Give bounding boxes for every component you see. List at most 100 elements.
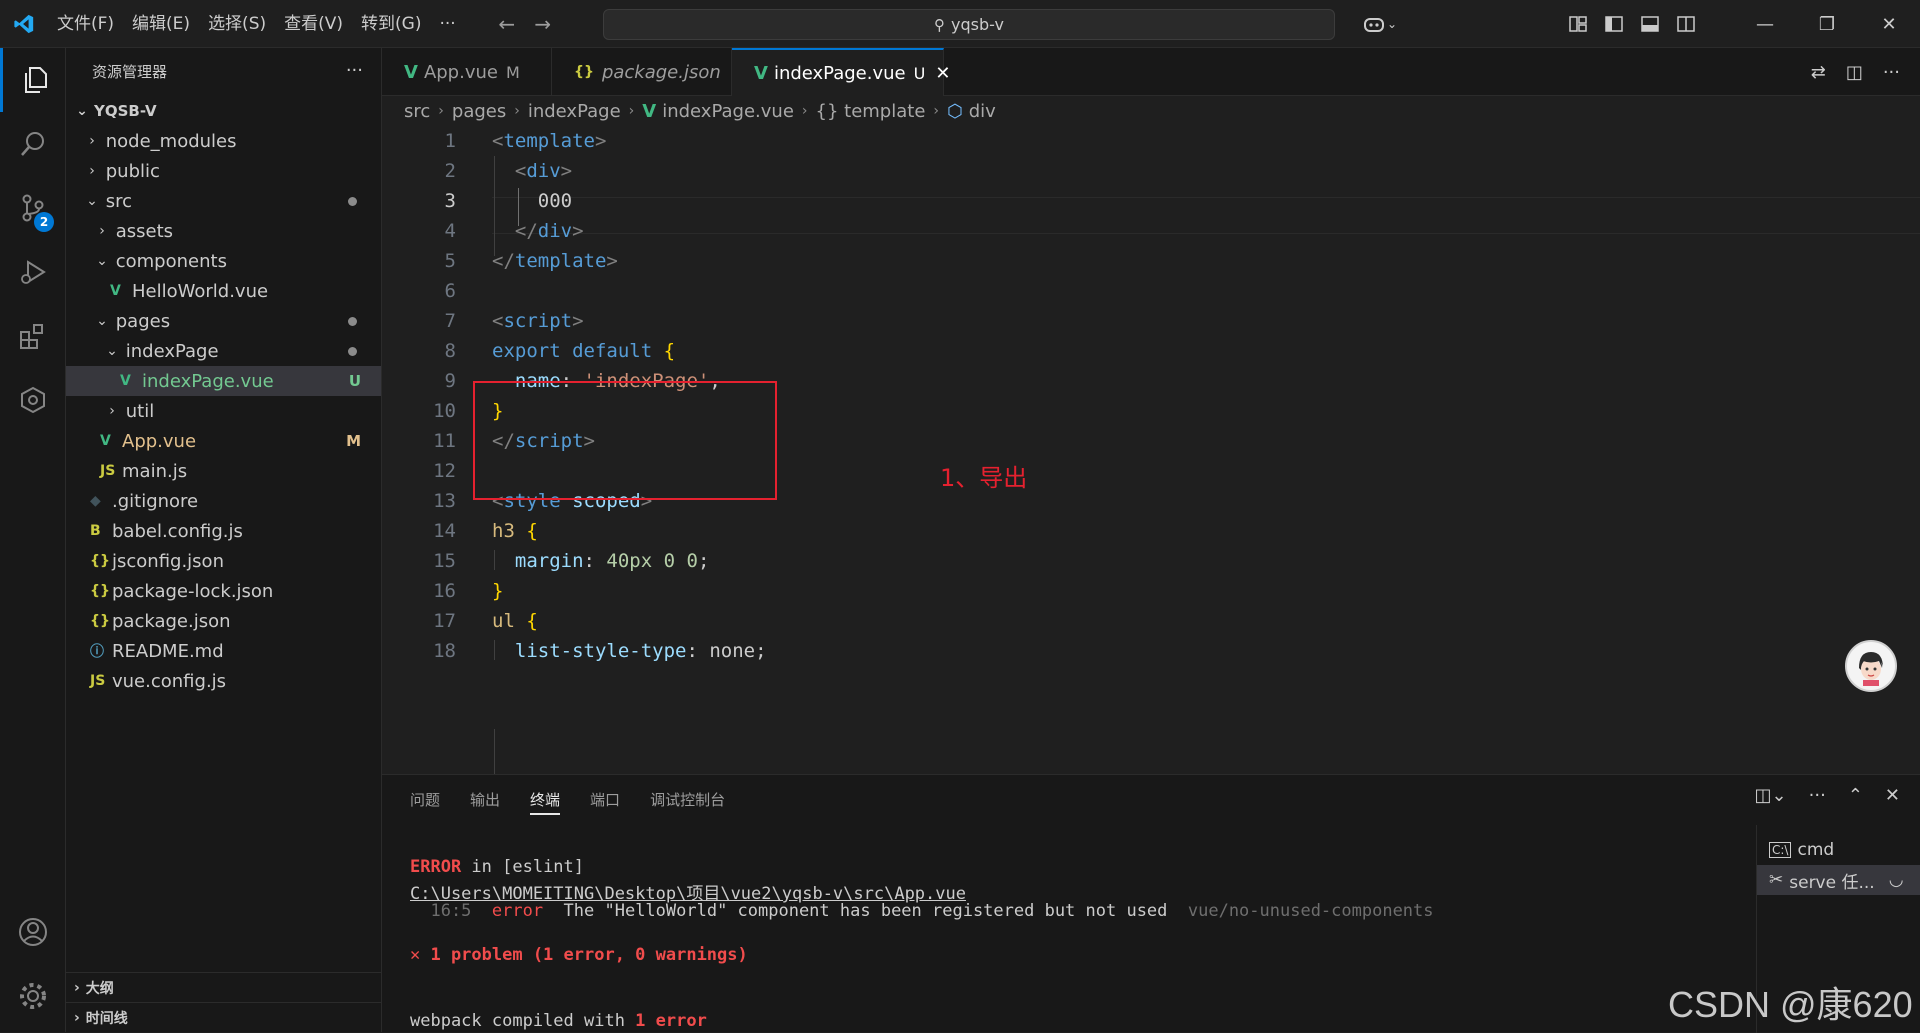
error-rule: vue/no-unused-components xyxy=(1167,901,1434,921)
line-number: 12 xyxy=(433,460,456,482)
maximize-panel-icon[interactable]: ⌃ xyxy=(1848,785,1863,806)
more-actions-icon[interactable]: ··· xyxy=(1883,62,1900,83)
terminal-line: 16:5 error The "HelloWorld" component ha… xyxy=(410,901,1434,921)
explorer-more-button[interactable]: ··· xyxy=(346,60,363,81)
tree-item-jsconfig-json[interactable]: {} jsconfig.json xyxy=(66,546,381,576)
compare-changes-icon[interactable]: ⇄ xyxy=(1811,62,1826,83)
chevron-right-icon: › xyxy=(89,133,95,149)
tab-debug-console[interactable]: 调试控制台 xyxy=(650,785,725,815)
tree-item-indexpage[interactable]: ⌄ indexPage xyxy=(66,336,381,366)
minimize-icon[interactable]: — xyxy=(1734,0,1796,48)
menu-selection[interactable]: 选择(S) xyxy=(199,0,275,48)
tree-item--gitignore[interactable]: ◆ .gitignore xyxy=(66,486,381,516)
line-number: 18 xyxy=(433,640,456,662)
terminal-item-cmd[interactable]: C:\ cmd xyxy=(1757,835,1920,865)
toggle-sidebar-icon[interactable] xyxy=(1596,0,1632,48)
menu-file[interactable]: 文件(F) xyxy=(48,0,123,48)
panel-more-icon[interactable]: ··· xyxy=(1809,785,1826,806)
tree-item-label: package.json xyxy=(112,610,231,632)
chevron-right-icon: › xyxy=(99,223,105,239)
breadcrumb-template[interactable]: {} template xyxy=(816,101,926,122)
tab-problems[interactable]: 问题 xyxy=(410,785,440,815)
tree-item-util[interactable]: › util xyxy=(66,396,381,426)
explorer-sidebar: 资源管理器 ··· ⌄ YQSB-V › node_modules › publi… xyxy=(66,48,382,1032)
breadcrumb-pages[interactable]: pages xyxy=(452,101,506,122)
chevron-down-icon: ⌄ xyxy=(96,313,108,329)
line-number: 17 xyxy=(433,610,456,632)
tab-ports[interactable]: 端口 xyxy=(590,785,620,815)
toggle-secondary-sidebar-icon[interactable] xyxy=(1668,0,1704,48)
line-number: 1 xyxy=(444,130,456,152)
account-icon[interactable] xyxy=(0,900,66,964)
menu-edit[interactable]: 编辑(E) xyxy=(123,0,199,48)
tree-item-helloworld-vue[interactable]: V HelloWorld.vue xyxy=(66,276,381,306)
explorer-header: 资源管理器 ··· xyxy=(66,48,381,94)
run-debug-icon[interactable] xyxy=(0,240,66,304)
terminal-line: ERROR in [eslint] xyxy=(410,857,584,877)
split-editor-icon[interactable]: ◫ xyxy=(1846,62,1863,83)
breadcrumb-div[interactable]: div xyxy=(969,101,996,122)
tab-indexpage-vue[interactable]: V indexPage.vue U ✕ xyxy=(732,48,950,96)
terminal-name: cmd xyxy=(1797,840,1835,860)
code-line-18: list-style-type: none; xyxy=(514,640,767,662)
menu-go[interactable]: 转到(G) xyxy=(352,0,430,48)
tab-output[interactable]: 输出 xyxy=(470,785,500,815)
copilot-icon[interactable]: ⌄ xyxy=(1350,0,1410,48)
chevron-right-icon: › xyxy=(74,979,80,996)
tree-item-package-lock-json[interactable]: {} package-lock.json xyxy=(66,576,381,606)
tab-modified-indicator: M xyxy=(505,62,520,82)
command-center-search[interactable]: ⚲ yqsb-v xyxy=(603,9,1335,40)
breadcrumb-src[interactable]: src xyxy=(404,101,430,122)
extensions-icon[interactable] xyxy=(0,304,66,368)
remote-explorer-icon[interactable] xyxy=(0,368,66,432)
search-view-icon[interactable] xyxy=(0,112,66,176)
explorer-icon[interactable] xyxy=(0,48,66,112)
project-root-row[interactable]: ⌄ YQSB-V xyxy=(66,96,381,126)
customize-layout-icon[interactable] xyxy=(1560,0,1596,48)
back-arrow-icon[interactable]: ← xyxy=(489,12,525,36)
line-number: 13 xyxy=(433,490,456,512)
avatar[interactable] xyxy=(1845,640,1897,692)
tree-item-src[interactable]: ⌄ src xyxy=(66,186,381,216)
tab-app-vue[interactable]: V App.vue M xyxy=(382,48,552,96)
tree-item-label: vue.config.js xyxy=(112,670,227,692)
tree-item-pages[interactable]: ⌄ pages xyxy=(66,306,381,336)
settings-gear-icon[interactable] xyxy=(0,964,66,1028)
indent-guide xyxy=(494,729,495,774)
split-terminal-icon[interactable]: ◫⌄ xyxy=(1755,785,1787,806)
source-control-icon[interactable]: 2 xyxy=(0,176,66,240)
tree-item-readme-md[interactable]: ⓘ README.md xyxy=(66,636,381,666)
breadcrumb-indexpage[interactable]: indexPage xyxy=(528,101,621,122)
code-line-16: } xyxy=(492,580,504,602)
forward-arrow-icon[interactable]: → xyxy=(525,12,561,36)
tree-item-main-js[interactable]: JS main.js xyxy=(66,456,381,486)
close-panel-icon[interactable]: ✕ xyxy=(1885,785,1900,806)
terminal-item-serve[interactable]: ✂ serve 任... ◡ xyxy=(1757,865,1920,895)
breadcrumb-file[interactable]: indexPage.vue xyxy=(662,101,794,122)
line-number: 11 xyxy=(433,430,456,452)
tree-item-public[interactable]: › public xyxy=(66,156,381,186)
toggle-panel-icon[interactable] xyxy=(1632,0,1668,48)
chevron-right-icon: › xyxy=(438,103,444,119)
tree-item-babel-config-js[interactable]: Bbabel.config.js xyxy=(66,516,381,546)
tree-item-components[interactable]: ⌄ components xyxy=(66,246,381,276)
vscode-logo-icon xyxy=(0,0,48,48)
menu-view[interactable]: 查看(V) xyxy=(275,0,352,48)
tree-item-label: babel.config.js xyxy=(112,520,243,542)
terminal-icon: C:\ xyxy=(1769,842,1792,858)
tree-item-vue-config-js[interactable]: JS vue.config.js xyxy=(66,666,381,696)
tree-item-node-modules[interactable]: › node_modules xyxy=(66,126,381,156)
timeline-section[interactable]: › 时间线 xyxy=(66,1002,381,1032)
tab-close-icon[interactable]: ✕ xyxy=(935,63,950,84)
restore-icon[interactable]: ❐ xyxy=(1796,0,1858,48)
tree-item-assets[interactable]: › assets xyxy=(66,216,381,246)
close-window-icon[interactable]: ✕ xyxy=(1858,0,1920,48)
outline-section[interactable]: › 大纲 xyxy=(66,972,381,1002)
tab-terminal[interactable]: 终端 xyxy=(530,785,561,815)
tab-package-json[interactable]: {} package.json xyxy=(552,48,732,96)
tree-item-package-json[interactable]: {} package.json xyxy=(66,606,381,636)
menu-more[interactable]: ··· xyxy=(430,0,464,48)
line-number: 8 xyxy=(444,340,456,362)
tree-item-indexpage-vue[interactable]: VindexPage.vue U xyxy=(66,366,381,396)
tree-item-app-vue[interactable]: V App.vue M xyxy=(66,426,381,456)
